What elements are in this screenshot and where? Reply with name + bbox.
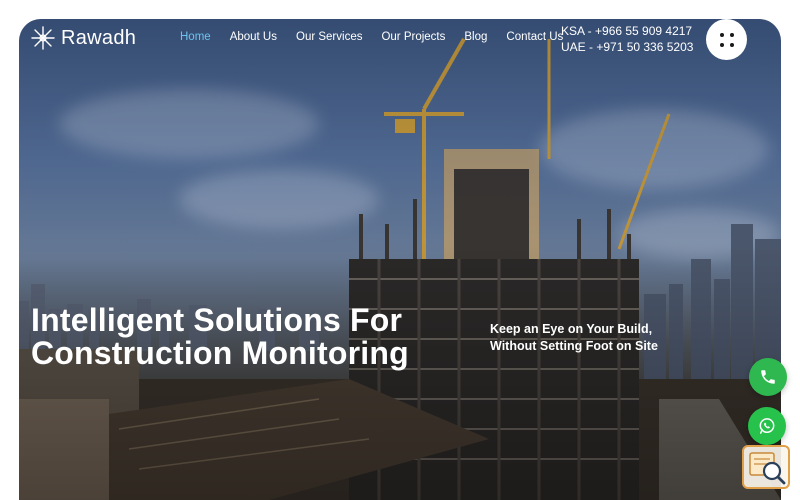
contact-numbers: KSA - +966 55 909 4217 UAE - +971 50 336… [561, 23, 693, 55]
nav-item-about-us[interactable]: About Us [230, 31, 277, 43]
hero-tagline: Keep an Eye on Your Build, Without Setti… [490, 321, 690, 355]
whatsapp-icon [759, 418, 775, 434]
search-document-badge[interactable] [742, 445, 790, 489]
nav-item-home[interactable]: Home [180, 31, 211, 43]
hero-overlay [19, 19, 781, 500]
brand-logo[interactable]: Rawadh [31, 26, 136, 50]
nav-item-blog[interactable]: Blog [464, 31, 487, 43]
phone-icon [761, 370, 775, 384]
hero-headline-line-2: Construction Monitoring [31, 335, 409, 371]
hero-tagline-line-1: Keep an Eye on Your Build, [490, 322, 653, 336]
hero-headline: Intelligent Solutions For Construction M… [31, 304, 431, 370]
menu-button[interactable] [706, 19, 747, 60]
hero-tagline-line-2: Without Setting Foot on Site [490, 339, 658, 353]
ksa-phone[interactable]: KSA - +966 55 909 4217 [561, 23, 693, 39]
whatsapp-button[interactable] [748, 407, 786, 445]
call-button[interactable] [749, 358, 787, 396]
uae-phone[interactable]: UAE - +971 50 336 5203 [561, 39, 693, 55]
nav-item-our-projects[interactable]: Our Projects [381, 31, 445, 43]
nav-item-contact-us[interactable]: Contact Us [506, 31, 563, 43]
brand-name: Rawadh [61, 26, 137, 49]
hero-section [19, 19, 781, 500]
starburst-logo-icon [31, 26, 55, 50]
main-nav: Home About Us Our Services Our Projects … [180, 31, 563, 43]
grid-dots-icon [719, 32, 734, 47]
hero-headline-line-1: Intelligent Solutions For [31, 302, 403, 338]
search-document-icon [749, 452, 786, 485]
nav-item-our-services[interactable]: Our Services [296, 31, 362, 43]
